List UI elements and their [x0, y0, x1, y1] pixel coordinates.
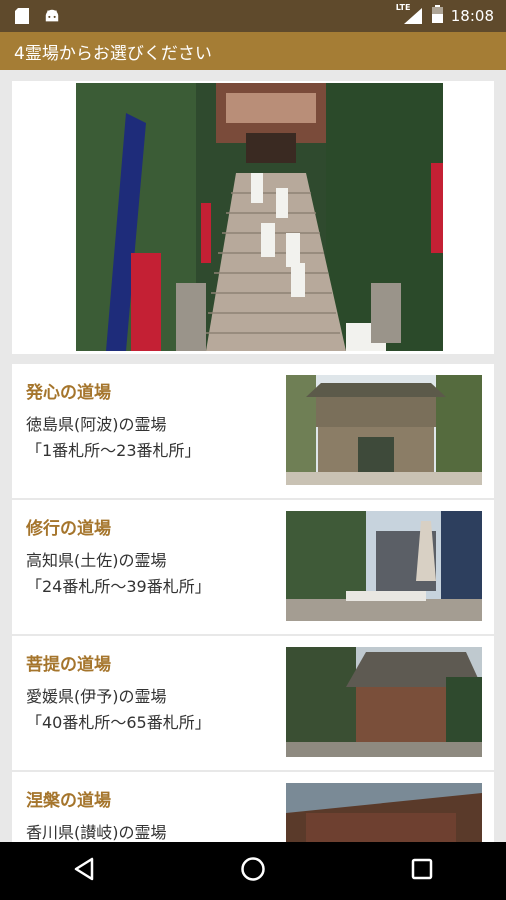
- temple-stairs-pilgrims-photo: [76, 83, 443, 351]
- main-content[interactable]: 発心の道場 徳島県(阿波)の霊場 「1番札所〜23番札所」 修行の道場 高知県(…: [0, 70, 506, 842]
- navigation-bar: [0, 842, 506, 900]
- status-bar: LTE 18:08: [0, 0, 506, 32]
- temple-gate-photo: [286, 375, 482, 485]
- dojo-list: 発心の道場 徳島県(阿波)の霊場 「1番札所〜23番札所」 修行の道場 高知県(…: [12, 364, 494, 842]
- recents-button[interactable]: [392, 842, 452, 900]
- page-title: 4霊場からお選びください: [14, 43, 212, 64]
- clock: 18:08: [450, 7, 494, 25]
- dojo-title: 修行の道場: [26, 519, 111, 539]
- dojo-prefecture: 徳島県(阿波)の霊場: [26, 415, 167, 434]
- temple-courtyard-photo: [286, 511, 482, 621]
- list-item[interactable]: 修行の道場 高知県(土佐)の霊場 「24番札所〜39番札所」: [12, 500, 494, 634]
- lte-label: LTE: [395, 3, 411, 12]
- sd-card-icon: [14, 7, 30, 25]
- list-item[interactable]: 涅槃の道場 香川県(讃岐)の霊場: [12, 772, 494, 842]
- dojo-title: 菩提の道場: [26, 655, 111, 675]
- dojo-title: 涅槃の道場: [26, 791, 111, 811]
- dojo-prefecture: 愛媛県(伊予)の霊場: [26, 687, 167, 706]
- list-item[interactable]: 発心の道場 徳島県(阿波)の霊場 「1番札所〜23番札所」: [12, 364, 494, 498]
- dojo-range: 「24番札所〜39番札所」: [26, 577, 211, 596]
- home-icon: [240, 856, 266, 886]
- signal-icon: LTE: [396, 3, 424, 25]
- temple-hall-photo: [286, 647, 482, 757]
- back-icon: [73, 857, 95, 885]
- home-button[interactable]: [223, 842, 283, 900]
- dojo-range: 「1番札所〜23番札所」: [26, 441, 201, 460]
- recents-icon: [411, 858, 433, 884]
- dojo-title: 発心の道場: [26, 383, 111, 403]
- temple-roof-photo: [286, 783, 482, 842]
- hero-card: [12, 81, 494, 354]
- dojo-prefecture: 香川県(讃岐)の霊場: [26, 823, 167, 842]
- app-bar: 4霊場からお選びください: [0, 32, 506, 70]
- dojo-range: 「40番札所〜65番札所」: [26, 713, 211, 732]
- battery-icon: [431, 5, 443, 27]
- dojo-prefecture: 高知県(土佐)の霊場: [26, 551, 167, 570]
- android-icon: [44, 7, 60, 25]
- list-item[interactable]: 菩提の道場 愛媛県(伊予)の霊場 「40番札所〜65番札所」: [12, 636, 494, 770]
- back-button[interactable]: [54, 842, 114, 900]
